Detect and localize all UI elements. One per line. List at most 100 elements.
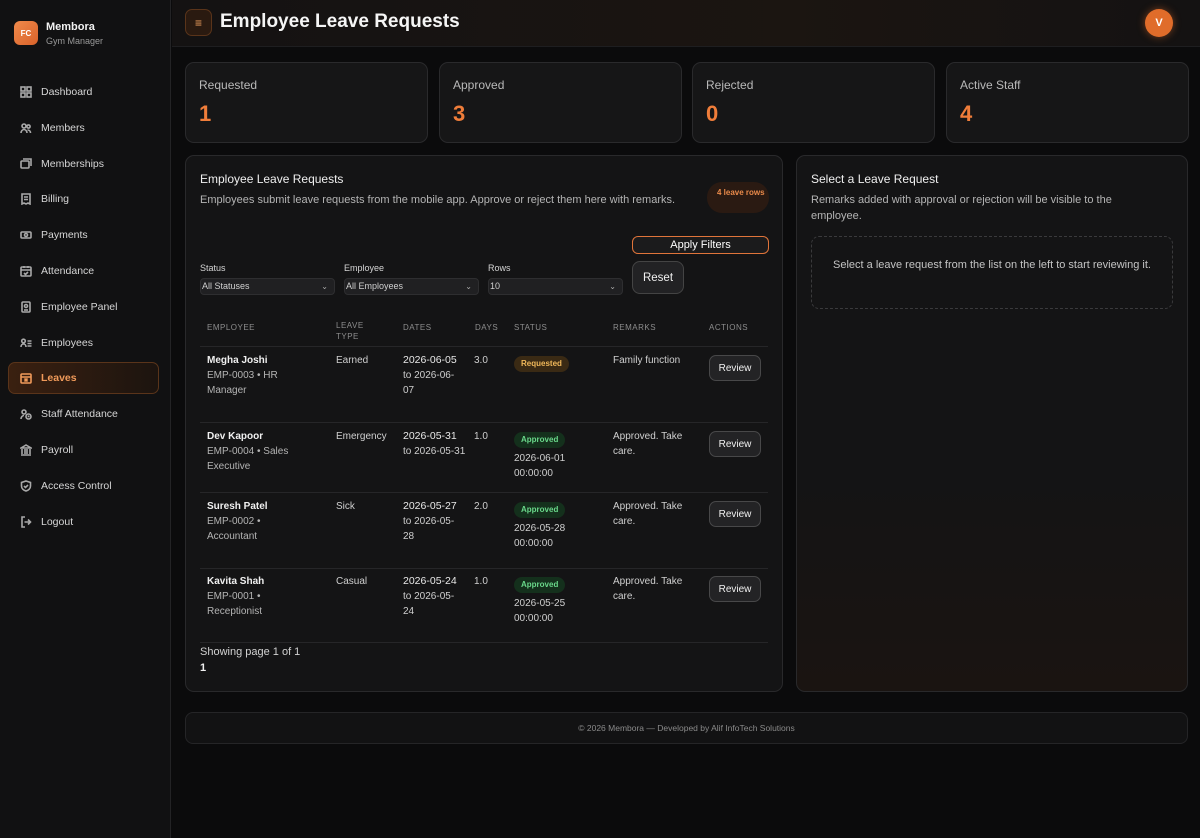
grid-icon	[20, 86, 32, 98]
status-date: 2026-05-28 00:00:00	[514, 523, 566, 549]
sidebar-item-label: Memberships	[41, 157, 105, 170]
panel-description: Employees submit leave requests from the…	[200, 194, 676, 206]
employee-name: Kavita Shah	[207, 576, 265, 587]
sidebar-item-members[interactable]: Members	[8, 112, 159, 144]
status-filter-select[interactable]: All Statuses ⌄	[200, 278, 335, 295]
leave-type: Casual	[336, 576, 368, 587]
bank-icon	[20, 444, 32, 456]
stat-value: 1	[199, 101, 212, 126]
review-button[interactable]: Review	[709, 501, 761, 527]
sidebar-item-label: Members	[41, 121, 85, 134]
pagination: Showing page 1 of 1 1	[200, 644, 300, 676]
sidebar-nav: Dashboard Members Memberships Billing Paymen…	[8, 76, 159, 541]
brand-logo: FC	[14, 21, 38, 46]
rows-filter-label: Rows	[488, 263, 511, 273]
reset-button[interactable]: Reset	[632, 261, 684, 294]
leave-detail-panel: Select a Leave Request Remarks added wit…	[796, 155, 1188, 692]
dates-cell: 2026-05-31 to 2026-05-31	[403, 429, 467, 459]
stat-value: 4	[960, 101, 973, 126]
empty-state: Select a leave request from the list on …	[811, 236, 1173, 309]
stat-card-rejected: Rejected 0	[692, 62, 935, 143]
calendar-check-icon	[20, 265, 32, 277]
chevron-down-icon: ⌄	[321, 282, 328, 291]
sidebar-item-label: Logout	[41, 515, 74, 528]
pagination-page-1[interactable]: 1	[200, 662, 206, 674]
date-to: to 2026-06-07	[403, 370, 455, 396]
stat-label: Rejected	[706, 78, 754, 92]
status-badge: Approved	[514, 432, 566, 448]
rows-filter-select[interactable]: 10 ⌄	[488, 278, 623, 295]
sidebar-item-employees[interactable]: Employees	[8, 327, 159, 359]
user-avatar[interactable]: V	[1145, 9, 1173, 37]
sidebar-item-access-control[interactable]: Access Control	[8, 470, 159, 502]
divider	[200, 642, 768, 643]
review-button[interactable]: Review	[709, 355, 761, 381]
brand-subtitle: Gym Manager	[46, 35, 104, 46]
col-status: STATUS	[514, 323, 548, 332]
col-employee: EMPLOYEE	[207, 323, 256, 332]
employee-filter-select[interactable]: All Employees ⌄	[344, 278, 479, 295]
sidebar-item-payments[interactable]: Payments	[8, 219, 159, 251]
table-row: Suresh Patel EMP-0002 • Accountant Sick …	[200, 493, 768, 568]
user-list-icon	[20, 337, 32, 349]
sidebar: FC Membora Gym Manager Dashboard Members M…	[0, 0, 171, 838]
leave-requests-panel: Employee Leave Requests Employees submit…	[185, 155, 783, 692]
employee-filter-value: All Employees	[346, 281, 404, 291]
status-badge: Approved	[514, 502, 566, 518]
sidebar-item-payroll[interactable]: Payroll	[8, 434, 159, 466]
sidebar-item-label: Payments	[41, 229, 88, 242]
stat-value: 3	[453, 101, 466, 126]
sidebar-item-staff-attendance[interactable]: Staff Attendance	[8, 398, 159, 430]
days: 1.0	[474, 431, 488, 442]
sidebar-item-employee-panel[interactable]: Employee Panel	[8, 291, 159, 323]
status-badge: Approved	[514, 577, 566, 593]
employee-cell: Dev Kapoor EMP-0004 • Sales Executive	[207, 429, 317, 474]
employee-meta: EMP-0004 • Sales Executive	[207, 446, 289, 472]
review-button[interactable]: Review	[709, 576, 761, 602]
status-cell: Approved 2026-05-28 00:00:00	[514, 502, 584, 551]
date-from: 2026-05-24	[403, 575, 457, 587]
menu-toggle-button[interactable]: ≡	[185, 9, 212, 36]
sidebar-item-dashboard[interactable]: Dashboard	[8, 76, 159, 108]
employee-name: Megha Joshi	[207, 355, 268, 366]
sidebar-item-logout[interactable]: Logout	[8, 506, 159, 538]
stat-label: Requested	[199, 78, 258, 92]
days: 1.0	[474, 576, 488, 587]
col-remarks: REMARKS	[613, 323, 657, 332]
sidebar-item-memberships[interactable]: Memberships	[8, 148, 159, 180]
leave-type: Sick	[336, 501, 355, 512]
apply-filters-button[interactable]: Apply Filters	[632, 236, 769, 254]
employee-cell: Suresh Patel EMP-0002 • Accountant	[207, 499, 297, 544]
employee-meta: EMP-0001 • Receptionist	[207, 591, 263, 617]
date-to: to 2026-05-24	[403, 591, 455, 617]
calendar-x-icon	[20, 372, 32, 385]
dates-cell: 2026-05-27 to 2026-05-28	[403, 499, 465, 544]
col-days: DAYS	[475, 323, 499, 332]
status-badge: Requested	[514, 356, 569, 372]
dates-cell: 2026-05-24 to 2026-05-24	[403, 574, 465, 619]
sidebar-item-billing[interactable]: Billing	[8, 183, 159, 215]
sidebar-item-label: Employee Panel	[41, 300, 118, 313]
col-leave-type: LEAVE TYPE	[336, 321, 364, 341]
status-cell: Requested	[514, 356, 569, 372]
sidebar-item-label: Leaves	[41, 372, 77, 385]
id-badge-icon	[20, 300, 32, 313]
sidebar-item-attendance[interactable]: Attendance	[8, 255, 159, 287]
sidebar-item-label: Employees	[41, 336, 93, 349]
remarks: Approved. Take care.	[613, 501, 683, 527]
shield-icon	[20, 479, 32, 492]
table-row: Dev Kapoor EMP-0004 • Sales Executive Em…	[200, 423, 768, 492]
pagination-text: Showing page 1 of 1	[200, 646, 301, 658]
employee-cell: Megha Joshi EMP-0003 • HR Manager	[207, 353, 317, 398]
employee-meta: EMP-0003 • HR Manager	[207, 370, 278, 396]
days: 2.0	[474, 501, 488, 512]
stat-label: Active Staff	[960, 78, 1021, 92]
review-button[interactable]: Review	[709, 431, 761, 457]
brand[interactable]: FC Membora Gym Manager	[14, 21, 103, 46]
dates-cell: 2026-06-05 to 2026-06-07	[403, 353, 465, 398]
status-cell: Approved 2026-06-01 00:00:00	[514, 432, 584, 481]
chevron-down-icon: ⌄	[609, 282, 616, 291]
status-cell: Approved 2026-05-25 00:00:00	[514, 577, 584, 626]
sidebar-item-leaves[interactable]: Leaves	[8, 362, 159, 395]
topbar: ≡ Employee Leave Requests V	[172, 0, 1200, 47]
